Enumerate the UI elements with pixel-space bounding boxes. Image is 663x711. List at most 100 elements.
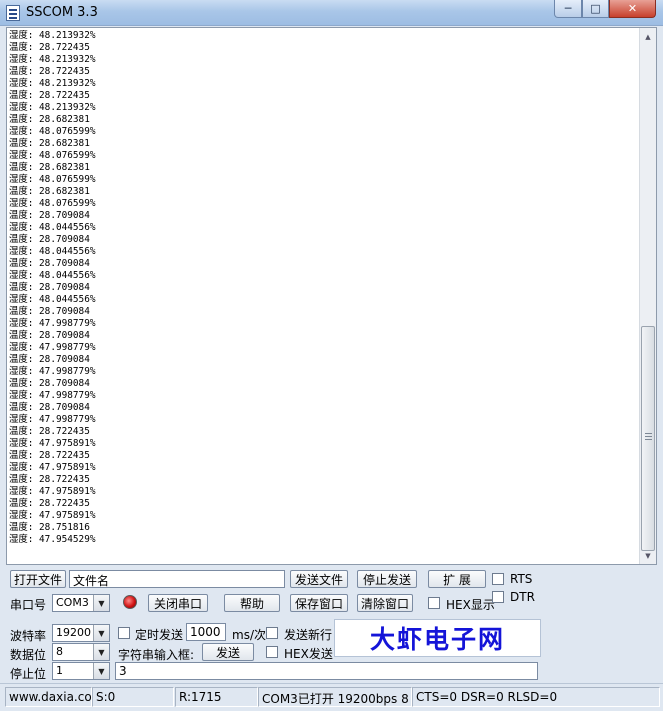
output-line: 温度: 28.709084 [9,378,90,389]
databits-select-value: 8 [56,645,63,658]
output-line: 湿度: 48.213932% [9,102,96,113]
chevron-down-icon: ▼ [93,595,109,611]
output-line: 温度: 28.722435 [9,426,90,437]
clear-window-button[interactable]: 清除窗口 [357,594,413,612]
output-line: 湿度: 48.044556% [9,222,96,233]
send-button[interactable]: 发送 [202,643,254,661]
timed-send-label: 定时发送 [135,628,184,642]
databits-select[interactable]: 8 ▼ [52,643,110,661]
output-line: 温度: 28.751816 [9,522,90,533]
open-file-button[interactable]: 打开文件 [10,570,66,588]
output-line: 温度: 28.682381 [9,186,90,197]
status-line-signals: CTS=0 DSR=0 RLSD=0 [412,687,660,707]
output-line: 温度: 28.709084 [9,402,90,413]
send-text-input[interactable]: 3 [115,662,538,680]
output-line: 温度: 28.722435 [9,90,90,101]
send-newline-checkbox[interactable] [266,627,278,639]
output-line: 温度: 28.709084 [9,282,90,293]
save-window-button[interactable]: 保存窗口 [290,594,348,612]
output-line: 湿度: 47.998779% [9,390,96,401]
status-bar: www.daxia.com S:0 R:1715 COM3已打开 19200bp… [0,683,663,711]
output-line: 湿度: 48.076599% [9,126,96,137]
output-line: 湿度: 48.076599% [9,150,96,161]
hex-display-label: HEX显示 [446,598,495,612]
output-line: 温度: 28.709084 [9,258,90,269]
output-line: 温度: 28.709084 [9,354,90,365]
help-button[interactable]: 帮助 [224,594,280,612]
title-bar[interactable]: SSCOM 3.3 ─ □ ✕ [0,0,663,26]
chevron-down-icon: ▼ [93,625,109,641]
scroll-up-icon[interactable]: ▲ [640,28,656,45]
status-sent-count: S:0 [92,687,174,707]
port-status-led-icon [123,595,137,609]
output-line: 湿度: 48.213932% [9,54,96,65]
control-panel: 打开文件 文件名 发送文件 停止发送 扩 展 RTS 串口号 COM3 ▼ 关闭… [0,566,663,683]
stop-send-button[interactable]: 停止发送 [357,570,417,588]
output-line: 温度: 28.709084 [9,330,90,341]
vertical-scrollbar[interactable]: ▲ ▼ [639,28,656,564]
interval-input[interactable]: 1000 [186,623,226,641]
maximize-button[interactable]: □ [582,0,609,18]
stopbits-select-value: 1 [56,664,63,677]
output-line: 湿度: 47.975891% [9,486,96,497]
status-port-state: COM3已打开 19200bps 8 [258,687,412,707]
timed-send-checkbox[interactable] [118,627,130,639]
receive-output[interactable]: 湿度: 48.213932% 温度: 28.722435 湿度: 48.213932… [6,27,657,565]
hex-send-checkbox[interactable] [266,646,278,658]
stopbits-select[interactable]: 1 ▼ [52,662,110,680]
output-line: 湿度: 47.998779% [9,414,96,425]
output-line: 湿度: 48.044556% [9,246,96,257]
output-line: 湿度: 48.076599% [9,174,96,185]
output-line: 温度: 28.682381 [9,114,90,125]
scroll-thumb[interactable] [641,326,655,551]
hex-send-label: HEX发送 [284,647,333,661]
baud-select[interactable]: 19200 ▼ [52,624,110,642]
output-line: 湿度: 47.975891% [9,462,96,473]
send-file-button[interactable]: 发送文件 [290,570,348,588]
port-label: 串口号 [10,598,47,612]
close-button[interactable]: ✕ [609,0,656,18]
file-name-field[interactable]: 文件名 [69,570,285,588]
expand-button[interactable]: 扩 展 [428,570,486,588]
chevron-down-icon: ▼ [93,644,109,660]
rts-checkbox[interactable] [492,573,504,585]
status-website[interactable]: www.daxia.com [5,687,92,707]
stopbits-label: 停止位 [10,667,47,681]
output-line: 温度: 28.682381 [9,138,90,149]
dtr-checkbox[interactable] [492,591,504,603]
receive-output-text: 湿度: 48.213932% 温度: 28.722435 湿度: 48.213932… [9,30,636,564]
output-line: 湿度: 48.213932% [9,30,96,41]
scroll-down-icon[interactable]: ▼ [640,547,656,564]
brand-banner[interactable]: 大虾电子网 [334,619,541,657]
output-line: 温度: 28.722435 [9,498,90,509]
output-line: 温度: 28.722435 [9,66,90,77]
interval-unit-label: ms/次 [232,628,266,642]
output-line: 湿度: 47.975891% [9,510,96,521]
output-line: 湿度: 48.044556% [9,294,96,305]
window-title: SSCOM 3.3 [26,5,98,20]
databits-label: 数据位 [10,648,47,662]
output-line: 温度: 28.682381 [9,162,90,173]
output-line: 温度: 28.722435 [9,42,90,53]
send-newline-label: 发送新行 [284,628,333,642]
output-line: 湿度: 48.044556% [9,270,96,281]
output-line: 温度: 28.722435 [9,474,90,485]
output-line: 湿度: 47.998779% [9,366,96,377]
output-line: 温度: 28.709084 [9,210,90,221]
output-line: 湿度: 47.975891% [9,438,96,449]
string-input-label: 字符串输入框: [118,648,195,662]
port-select-value: COM3 [56,596,89,609]
hex-display-checkbox[interactable] [428,597,440,609]
output-line: 温度: 28.709084 [9,234,90,245]
baud-select-value: 19200 [56,626,91,639]
output-line: 湿度: 47.998779% [9,318,96,329]
app-icon [6,5,20,21]
output-line: 温度: 28.722435 [9,450,90,461]
close-port-button[interactable]: 关闭串口 [148,594,208,612]
rts-label: RTS [510,572,533,586]
port-select[interactable]: COM3 ▼ [52,594,110,612]
minimize-button[interactable]: ─ [554,0,582,18]
output-line: 湿度: 48.213932% [9,78,96,89]
output-line: 湿度: 48.076599% [9,198,96,209]
output-line: 湿度: 47.998779% [9,342,96,353]
